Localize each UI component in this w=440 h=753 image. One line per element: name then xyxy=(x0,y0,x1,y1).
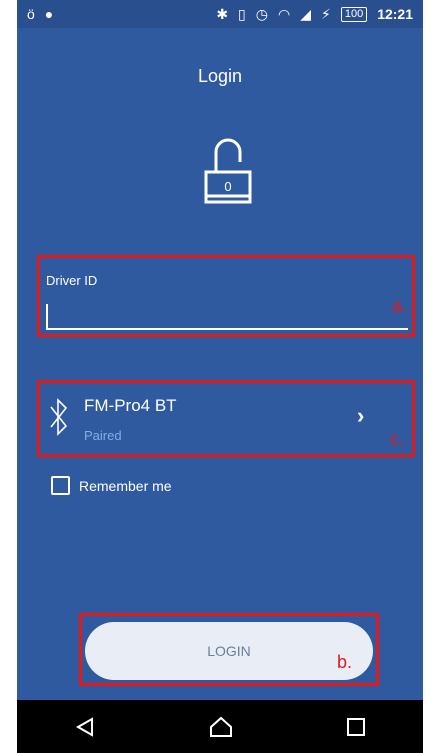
annotation-b: b. xyxy=(337,652,353,672)
login-highlight: LOGIN b. xyxy=(79,613,379,686)
vibrate-icon: ▯ xyxy=(238,5,246,22)
alarm-icon: ◷ xyxy=(255,5,268,22)
remember-me-label: Remember me xyxy=(79,477,172,494)
bluetooth-icon xyxy=(50,398,68,436)
home-icon[interactable] xyxy=(209,716,233,738)
driver-id-label: Driver ID xyxy=(46,273,98,288)
notification-icon: ö xyxy=(27,6,35,22)
annotation-c: c. xyxy=(390,429,405,449)
recent-apps-icon[interactable] xyxy=(346,717,366,737)
chevron-right-icon: › xyxy=(357,403,365,428)
lock-icon: 0 xyxy=(204,138,252,204)
signal-icon: ◢ xyxy=(300,5,311,22)
device-status: Paired xyxy=(84,428,122,443)
driver-id-highlight: Driver ID a. xyxy=(37,255,415,337)
device-name: FM-Pro4 BT xyxy=(84,396,177,415)
page-title: Login xyxy=(197,66,243,86)
driver-id-input[interactable] xyxy=(46,300,408,330)
status-bar: ö ● ✱ ▯ ◷ ◠ ◢ ⚡ 100 12:21 xyxy=(17,0,423,28)
remember-me-checkbox[interactable] xyxy=(51,476,70,495)
text-cursor xyxy=(46,304,48,328)
battery-icon: 100 xyxy=(340,6,368,22)
charging-icon: ⚡ xyxy=(320,5,331,22)
annotation-a: a. xyxy=(392,296,408,316)
phone-screen: ö ● ✱ ▯ ◷ ◠ ◢ ⚡ 100 12:21 Login 0 Driver… xyxy=(17,0,423,753)
login-button[interactable]: LOGIN xyxy=(85,622,373,680)
bluetooth-status-icon: ✱ xyxy=(216,5,229,22)
clock-time: 12:21 xyxy=(377,6,413,22)
navigation-bar xyxy=(17,700,423,753)
remember-me-option[interactable]: Remember me xyxy=(51,476,172,495)
wifi-icon: ◠ xyxy=(277,5,291,22)
back-icon[interactable] xyxy=(74,716,96,738)
svg-text:0: 0 xyxy=(224,179,231,194)
bluetooth-device-row[interactable]: FM-Pro4 BT Paired › c. xyxy=(37,380,415,457)
android-notification-icon: ● xyxy=(44,6,54,22)
